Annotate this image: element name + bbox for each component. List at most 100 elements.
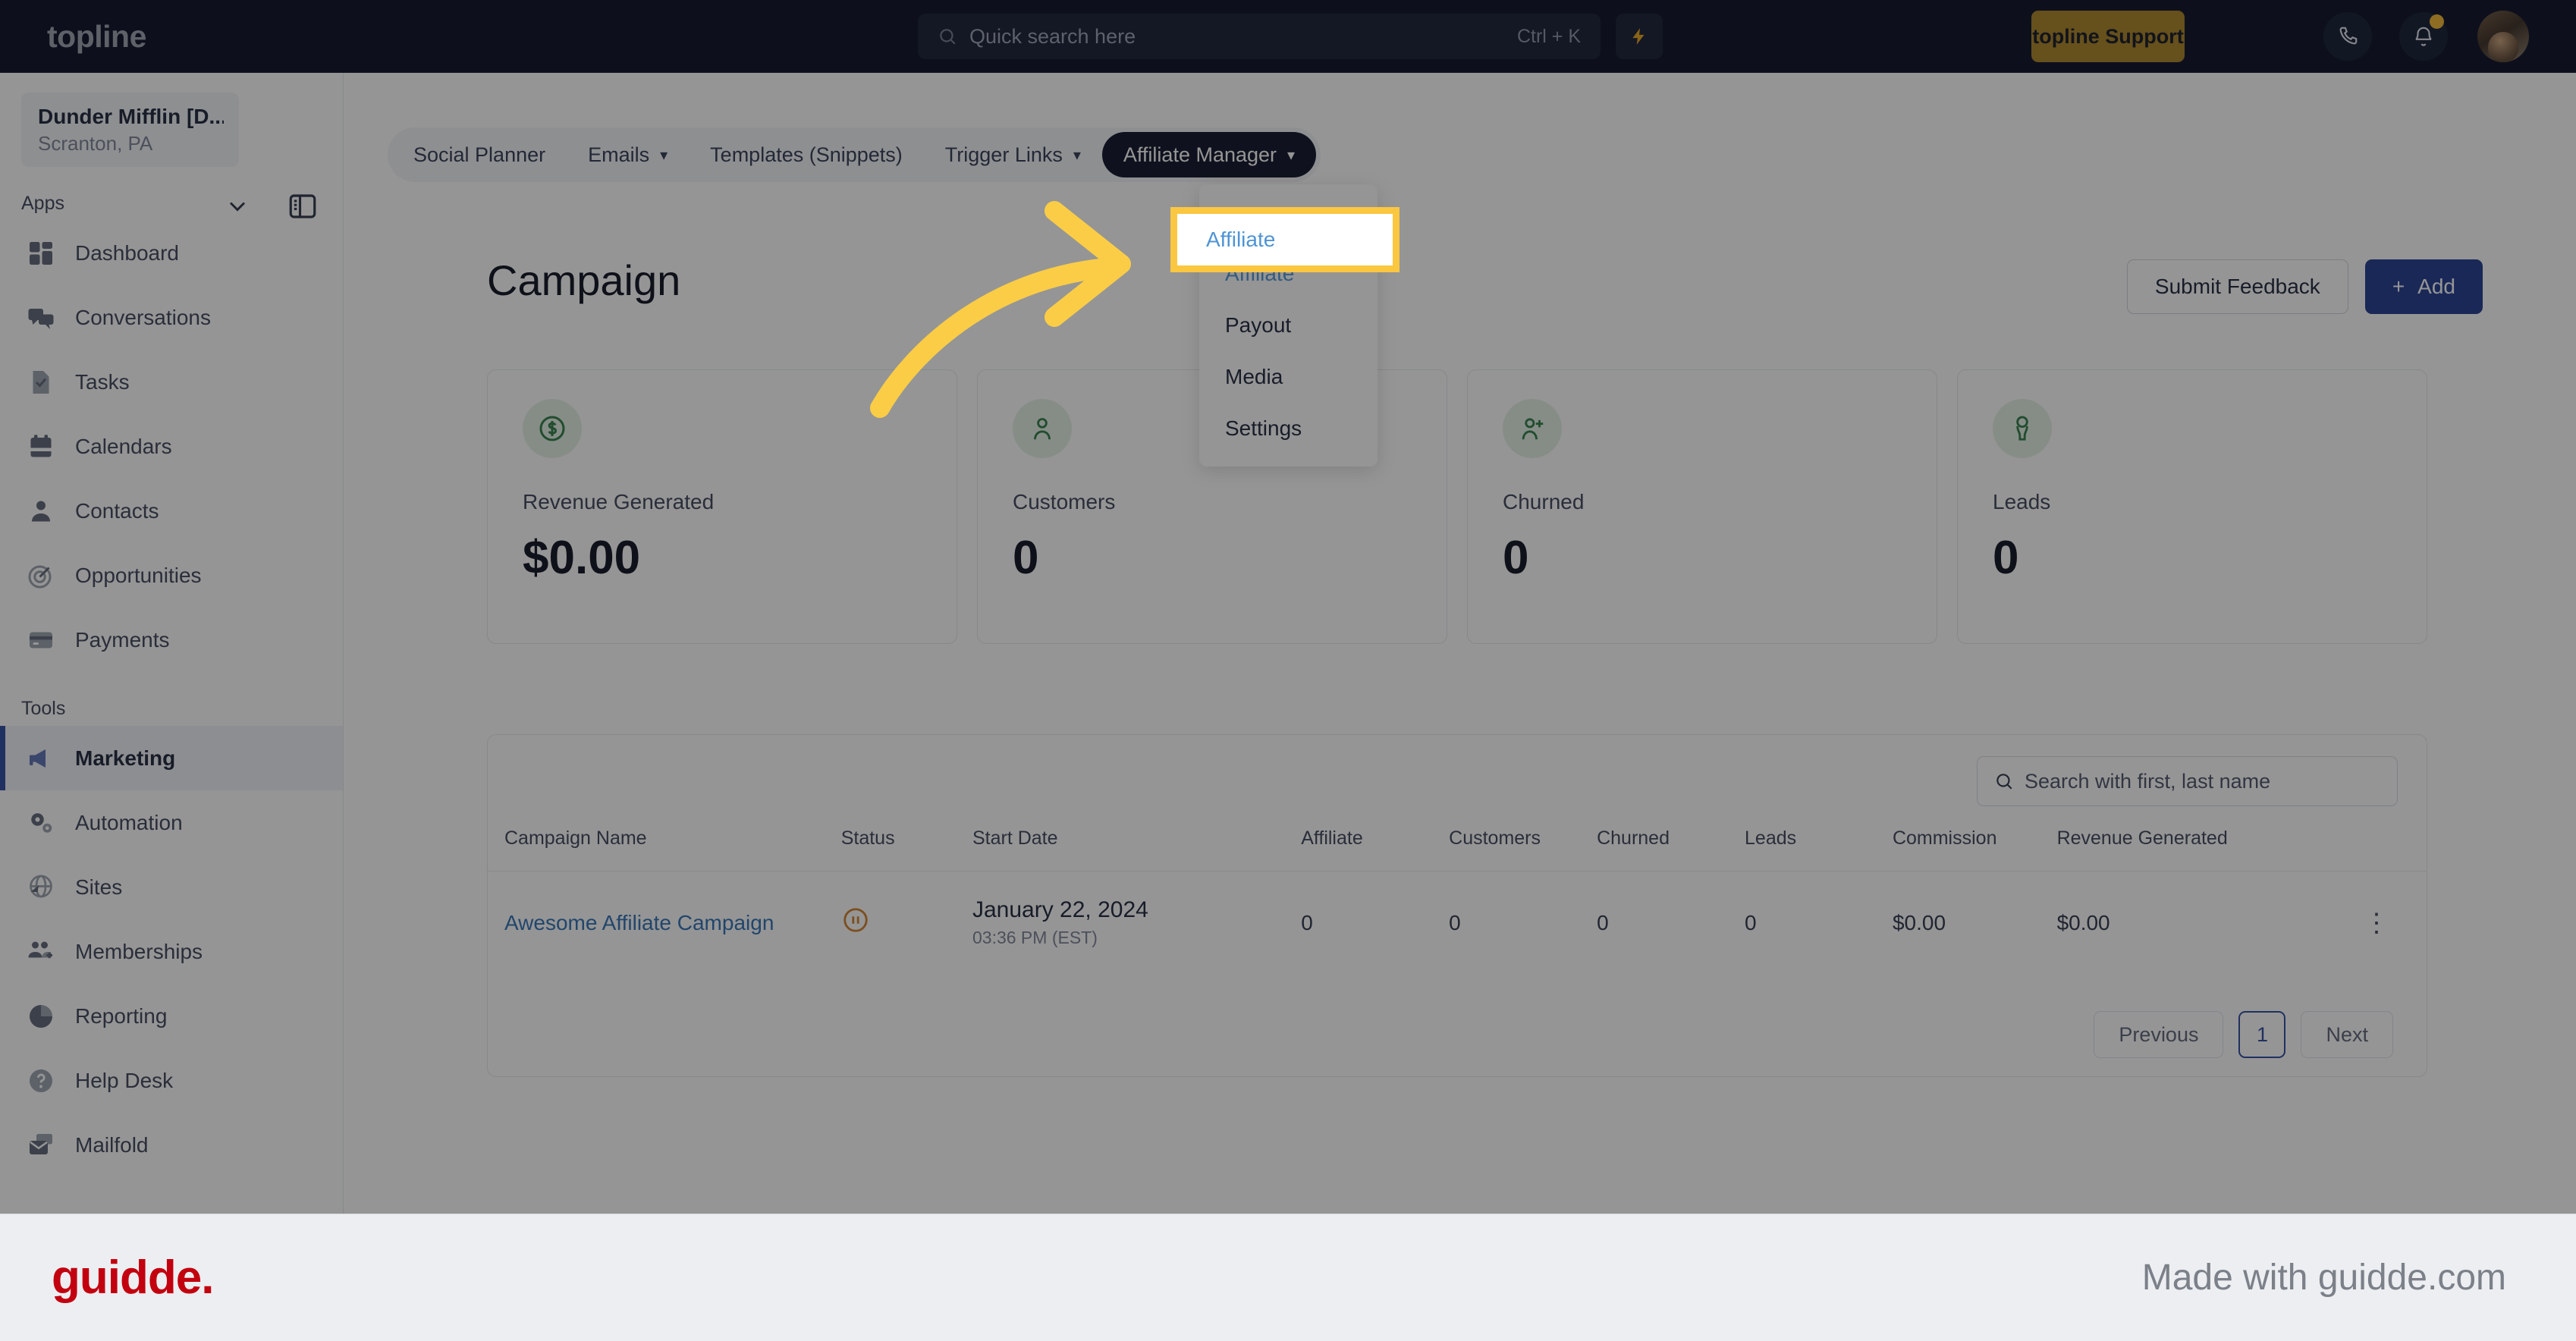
person-icon [32,501,50,521]
app-logo[interactable]: topline [47,19,146,55]
sidebar-item-tasks[interactable]: Tasks [0,350,343,414]
lightning-bolt-icon [1632,28,1645,45]
tab-affiliate-manager[interactable]: Affiliate Manager ▾ [1101,132,1317,177]
stat-card-label: Churned [1503,490,1585,513]
sidebar-item-label: Sites [75,875,123,899]
sidebar-item-conversations[interactable]: Conversations [0,285,343,350]
pagination-next-button[interactable]: Next [2301,1011,2393,1058]
sidebar-item-mailfold[interactable]: Mailfold [0,1113,343,1177]
lightning-bolt-button[interactable] [1616,14,1663,59]
tab-label: Trigger Links [944,143,1063,166]
column-header-customers[interactable]: Customers [1449,828,1597,871]
cell-revenue: $0.00 [2056,910,2110,934]
campaign-name-link[interactable]: Awesome Affiliate Campaign [504,911,774,934]
sidebar-item-label: Memberships [75,939,203,963]
pie-chart-icon [30,1004,52,1028]
org-name: Dunder Mifflin [D... [38,105,224,128]
support-button[interactable]: topline Support [2031,11,2185,62]
table-header-row: Campaign Name Status Start Date Affiliat… [488,828,2427,871]
column-header-churned[interactable]: Churned [1597,828,1745,871]
tab-social-planner[interactable]: Social Planner [392,132,567,177]
kebab-menu-icon[interactable]: ⋮ [2364,909,2391,937]
stat-card-label: Customers [1013,490,1116,513]
sidebar-item-opportunities[interactable]: Opportunities [0,543,343,608]
table-search-placeholder: Search with first, last name [2025,769,2271,793]
submit-feedback-button[interactable]: Submit Feedback [2126,259,2348,314]
column-header-commission[interactable]: Commission [1892,828,2057,871]
sidebar-item-label: Mailfold [75,1132,149,1157]
dropdown-item-settings[interactable]: Settings [1199,403,1378,454]
guidde-logo: guidde. [52,1251,214,1304]
dropdown-item-payout[interactable]: Payout [1199,300,1378,351]
tab-emails[interactable]: Emails ▾ [567,132,689,177]
pause-circle-icon[interactable] [841,906,870,934]
tab-label: Templates (Snippets) [710,143,903,166]
global-search[interactable]: Quick search here Ctrl + K [918,14,1601,59]
sidebar-item-dashboard[interactable]: Dashboard [0,221,343,285]
sidebar: Dunder Mifflin [D... Scranton, PA Apps D… [0,73,344,1336]
sidebar-item-automation[interactable]: Automation [0,790,343,855]
sidebar-item-payments[interactable]: Payments [0,608,343,672]
column-header-leads[interactable]: Leads [1745,828,1893,871]
start-time-value: 03:36 PM (EST) [972,928,1098,947]
sidebar-item-sites[interactable]: Sites [0,855,343,919]
notifications-button[interactable] [2399,12,2448,61]
credit-card-icon [30,632,52,648]
column-header-actions [2327,828,2427,871]
target-icon [28,565,52,588]
sidebar-item-label: Opportunities [75,563,202,587]
cell-churned: 0 [1597,910,1609,934]
globe-icon [30,875,52,897]
megaphone-icon [30,749,46,768]
column-header-revenue-generated[interactable]: Revenue Generated [2056,828,2328,871]
person-plus-icon [1503,399,1562,458]
pagination-page-1[interactable]: 1 [2238,1011,2286,1058]
stat-card-label: Revenue Generated [523,490,715,513]
sidebar-item-label: Payments [75,627,170,652]
guidde-banner: guidde. Made with guidde.com [0,1214,2576,1341]
chevron-down-icon [229,202,246,212]
column-header-affiliate[interactable]: Affiliate [1301,828,1450,871]
sidebar-item-contacts[interactable]: Contacts [0,479,343,543]
tab-label: Emails [588,143,650,166]
sidebar-item-calendars[interactable]: Calendars [0,414,343,479]
tab-trigger-links[interactable]: Trigger Links ▾ [924,132,1102,177]
chevron-down-icon: ▾ [1287,146,1296,164]
spotlight-label: Affiliate [1206,228,1276,251]
sidebar-item-label: Tasks [75,369,130,394]
sidebar-item-reporting[interactable]: Reporting [0,984,343,1048]
campaign-table: Campaign Name Status Start Date Affiliat… [488,828,2427,974]
global-search-placeholder: Quick search here [969,24,1136,48]
table-row: Awesome Affiliate Campaign January 22, 2… [488,871,2427,975]
search-icon [940,29,956,45]
cell-start-date: January 22, 2024 03:36 PM (EST) [972,871,1301,975]
sidebar-item-label: Dashboard [75,240,179,265]
cell-customers: 0 [1449,910,1461,934]
column-header-start-date[interactable]: Start Date [972,828,1302,871]
user-avatar[interactable] [2477,11,2529,62]
sidebar-item-label: Marketing [75,746,176,770]
sidebar-item-memberships[interactable]: Memberships [0,919,343,984]
dropdown-item-media[interactable]: Media [1199,351,1378,403]
add-button[interactable]: + Add [2364,259,2483,314]
table-search-input[interactable]: Search with first, last name [1977,756,2398,806]
column-header-status[interactable]: Status [840,828,972,871]
cell-commission: $0.00 [1892,910,1946,934]
phone-button[interactable] [2323,12,2372,61]
tab-label: Social Planner [413,143,546,166]
stat-card-value: 0 [1503,532,1529,584]
sidebar-section-tools-label: Tools [21,698,66,719]
campaign-table-card: Search with first, last name Campaign Na… [487,734,2427,1077]
stat-card-value: 0 [1013,532,1039,584]
tab-templates[interactable]: Templates (Snippets) [689,132,924,177]
column-header-campaign-name[interactable]: Campaign Name [488,828,841,871]
sidebar-item-label: Help Desk [75,1068,174,1092]
sidebar-item-marketing[interactable]: Marketing [0,726,343,790]
pagination-previous-button[interactable]: Previous [2094,1011,2224,1058]
sidebar-item-help-desk[interactable]: Help Desk [0,1048,343,1113]
panel-toggle-icon[interactable] [287,190,319,222]
chevron-down-icon: ▾ [1073,146,1081,164]
spotlight-highlight[interactable]: Affiliate [1170,207,1400,272]
org-switcher[interactable]: Dunder Mifflin [D... Scranton, PA [0,73,343,167]
funnel-icon [1993,399,2052,458]
